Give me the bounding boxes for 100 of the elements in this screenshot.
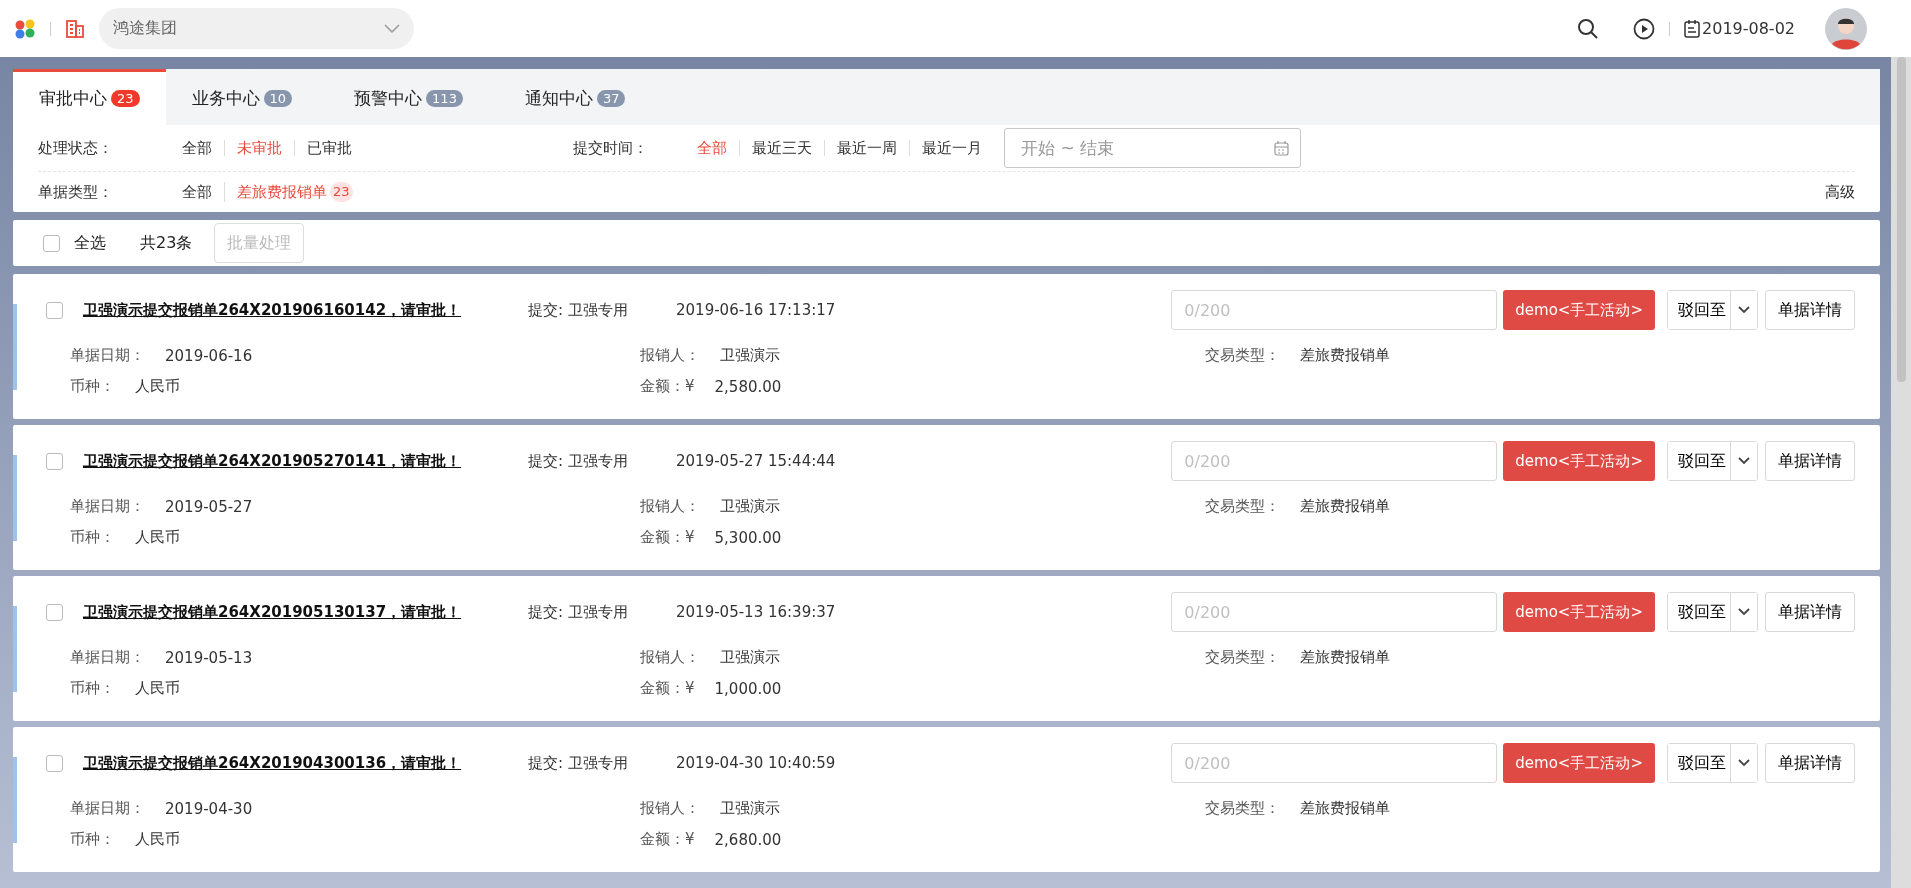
count-badge: 113 [426,90,463,107]
approval-title-link[interactable]: 卫强演示提交报销单264X201905130137，请审批！ [83,602,518,622]
filter-option[interactable]: 全部 [685,140,739,156]
submit-time: 2019-06-16 17:13:17 [676,301,836,319]
advanced-link[interactable]: 高级 [1825,182,1855,202]
field-label: 金额：¥ [640,377,695,396]
chevron-down-icon [384,23,400,34]
filter-option[interactable]: 未审批 [224,140,294,156]
field-label: 报销人： [640,648,700,667]
submit-time: 2019-04-30 10:40:59 [676,754,836,772]
total-count: 共23条 [140,232,193,254]
field-label: 币种： [70,528,115,547]
reject-button[interactable]: 驳回至 [1668,593,1731,631]
filter-label: 处理状态： [38,138,114,158]
building-icon[interactable] [65,18,85,39]
reject-button[interactable]: 驳回至 [1668,442,1731,480]
filter-option[interactable]: 最近三天 [739,140,824,156]
field-label: 金额：¥ [640,830,695,849]
field-value: 差旅费报销单 [1300,648,1390,667]
details-button[interactable]: 单据详情 [1765,743,1855,783]
field-value: 5,300.00 [714,528,782,547]
field-label: 单据日期： [70,648,145,667]
field-label: 币种： [70,377,115,396]
field-label: 币种： [70,679,115,698]
tab[interactable]: 预警中心 113 [328,69,489,125]
chevron-down-icon [1738,306,1750,314]
filter-option[interactable]: 最近一周 [824,140,909,156]
field-value: 差旅费报销单 [1300,799,1390,818]
field-label: 交易类型： [1205,648,1280,667]
field-label: 交易类型： [1205,497,1280,516]
card-checkbox[interactable] [46,603,63,621]
submitter-text: 提交: 卫强专用 [528,300,629,320]
field-value: 2,680.00 [714,830,782,849]
comment-input[interactable]: 0/200 [1171,592,1498,632]
current-date: 2019-08-02 [1702,19,1795,38]
submitter-text: 提交: 卫强专用 [528,753,629,773]
field-value: 卫强演示 [720,346,780,365]
card-checkbox[interactable] [46,452,63,470]
comment-input[interactable]: 0/200 [1171,441,1498,481]
filter-option[interactable]: 最近一月 [909,140,994,156]
approval-title-link[interactable]: 卫强演示提交报销单264X201905270141，请审批！ [83,451,518,471]
field-value: 差旅费报销单 [1300,497,1390,516]
date-range-field[interactable]: 开始 ~ 结束 [1004,128,1301,168]
filter-label: 提交时间： [573,138,649,158]
field-value: 人民币 [135,679,180,698]
details-button[interactable]: 单据详情 [1765,290,1855,330]
tab[interactable]: 审批中心 23 [13,69,166,125]
reject-button[interactable]: 驳回至 [1668,291,1731,329]
field-value: 卫强演示 [720,648,780,667]
chevron-down-icon [1738,759,1750,767]
tab[interactable]: 通知中心 37 [498,69,652,125]
search-icon[interactable] [1577,17,1599,40]
submit-time: 2019-05-13 16:39:37 [676,603,836,621]
field-label: 报销人： [640,799,700,818]
submitter-text: 提交: 卫强专用 [528,451,629,471]
tab[interactable]: 业务中心 10 [165,69,319,125]
approval-title-link[interactable]: 卫强演示提交报销单264X201906160142，请审批！ [83,300,518,320]
filter-option[interactable]: 全部 [170,184,224,200]
field-label: 币种： [70,830,115,849]
comment-input[interactable]: 0/200 [1171,743,1498,783]
avatar-icon[interactable] [1825,7,1867,50]
approval-title-link[interactable]: 卫强演示提交报销单264X201904300136，请审批！ [83,753,518,773]
field-value: 卫强演示 [720,799,780,818]
count-badge: 23 [111,90,140,107]
filter-option[interactable]: 差旅费报销单 23 [224,182,365,202]
field-value: 人民币 [135,377,180,396]
organization-select[interactable]: 鸿途集团 [99,8,414,49]
filter-option[interactable]: 已审批 [294,140,364,156]
card-checkbox[interactable] [46,301,63,319]
reject-button[interactable]: 驳回至 [1668,744,1731,782]
filter-label: 单据类型： [38,182,114,202]
field-label: 报销人： [640,346,700,365]
activity-button[interactable]: demo<手工活动> [1503,743,1655,783]
comment-input[interactable]: 0/200 [1171,290,1498,330]
field-value: 2019-05-27 [165,497,253,516]
activity-button[interactable]: demo<手工活动> [1503,290,1655,330]
field-label: 单据日期： [70,346,145,365]
play-icon[interactable] [1633,17,1655,40]
scrollbar[interactable] [1891,57,1911,888]
chevron-down-icon [1738,457,1750,465]
field-value: 2,580.00 [714,377,782,396]
field-value: 2019-04-30 [165,799,253,818]
field-label: 报销人： [640,497,700,516]
details-button[interactable]: 单据详情 [1765,441,1855,481]
logo-icon [14,18,36,39]
filter-option[interactable]: 全部 [170,140,224,156]
field-value: 差旅费报销单 [1300,346,1390,365]
field-label: 单据日期： [70,799,145,818]
select-all-checkbox[interactable] [43,234,60,252]
field-value: 2019-05-13 [165,648,253,667]
field-value: 1,000.00 [714,679,782,698]
field-label: 交易类型： [1205,799,1280,818]
count-badge: 10 [263,90,293,107]
activity-button[interactable]: demo<手工活动> [1503,441,1655,481]
activity-button[interactable]: demo<手工活动> [1503,592,1655,632]
field-value: 卫强演示 [720,497,780,516]
submitter-text: 提交: 卫强专用 [528,602,629,622]
details-button[interactable]: 单据详情 [1765,592,1855,632]
chevron-down-icon [1738,608,1750,616]
card-checkbox[interactable] [46,754,63,772]
